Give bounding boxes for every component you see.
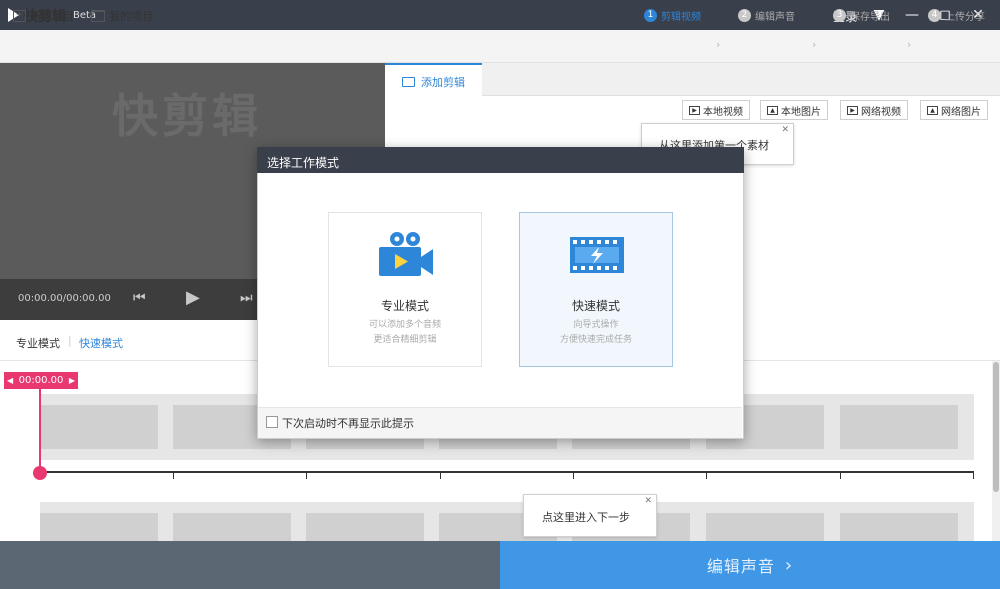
preview-watermark: 快剪辑 <box>112 89 262 143</box>
clip-placeholder <box>40 513 158 541</box>
marker-right-arrow-icon[interactable]: ▶ <box>69 372 75 389</box>
minimize-icon[interactable]: — <box>902 5 922 25</box>
card-description: 更适合精细剪辑 <box>373 335 437 345</box>
new-project-button[interactable]: + 新建项目 <box>13 8 74 24</box>
ruler-tick <box>840 473 841 479</box>
step-upload-share[interactable]: 4 上传分享 <box>928 8 985 23</box>
plus-box-icon: + <box>13 10 26 22</box>
timeline-ruler <box>40 471 974 473</box>
card-description: 可以添加多个音频 <box>368 320 441 330</box>
tab-pro-mode[interactable]: 专业模式 <box>16 335 60 351</box>
web-video-button[interactable]: ▶ 网络视频 <box>840 100 908 120</box>
marker-left-arrow-icon[interactable]: ◀ <box>7 372 13 389</box>
my-projects-button[interactable]: 我的项目 <box>91 8 153 24</box>
local-video-button[interactable]: ▶ 本地视频 <box>682 100 750 120</box>
step-save-export[interactable]: 3 保存导出 <box>833 8 890 23</box>
step-label: 保存导出 <box>850 12 890 23</box>
ruler-tick <box>440 473 441 479</box>
ruler-tick <box>573 473 574 479</box>
skip-forward-icon[interactable]: ⏭ <box>240 290 253 306</box>
time-display: 00:00.00/00:00.00 <box>18 293 111 304</box>
clip-placeholder <box>306 513 424 541</box>
clip-placeholder <box>840 513 958 541</box>
clip-placeholder <box>840 405 958 449</box>
close-icon[interactable]: ✕ <box>644 496 652 506</box>
web-image-label: 网络图片 <box>941 106 981 118</box>
playhead-handle[interactable] <box>33 466 47 480</box>
step-edit-audio[interactable]: 2 编辑声音 <box>738 8 795 23</box>
quick-mode-card[interactable]: 快速模式 向导式操作 方便快速完成任务 <box>519 212 673 367</box>
local-image-label: 本地图片 <box>781 106 821 118</box>
play-icon[interactable]: ▶ <box>186 287 200 308</box>
web-video-label: 网络视频 <box>861 106 901 118</box>
step-edit-video[interactable]: 1 剪辑视频 <box>644 8 701 23</box>
tab-add-clip[interactable]: 添加剪辑 <box>385 63 482 98</box>
step-label: 上传分享 <box>945 12 985 23</box>
next-step-button[interactable]: 编辑声音 › <box>500 541 1000 589</box>
chevron-right-icon: › <box>812 38 817 51</box>
menu-bar <box>0 30 1000 63</box>
card-title: 专业模式 <box>380 299 429 313</box>
marker-time: 00:00.00 <box>18 375 64 386</box>
local-video-label: 本地视频 <box>703 106 743 118</box>
pro-mode-card[interactable]: 专业模式 可以添加多个音频 更适合精细剪辑 <box>328 212 482 367</box>
clip-placeholder <box>706 513 824 541</box>
ruler-tick <box>706 473 707 479</box>
card-description: 方便快速完成任务 <box>559 335 632 345</box>
my-projects-label: 我的项目 <box>109 10 153 23</box>
step-number: 2 <box>738 9 751 22</box>
chevron-right-icon: › <box>716 38 721 51</box>
image-file-icon: ▲ <box>767 105 778 115</box>
next-step-tooltip: 点这里进入下一步 ✕ <box>523 494 657 537</box>
folder-icon <box>91 10 105 22</box>
video-file-icon: ▶ <box>689 105 700 115</box>
dont-show-again-label[interactable]: 下次启动时不再显示此提示 <box>282 415 414 431</box>
tab-separator: | <box>68 334 72 347</box>
video-camera-icon <box>379 232 433 276</box>
card-description: 向导式操作 <box>573 320 619 330</box>
tab-quick-mode[interactable]: 快速模式 <box>79 335 123 351</box>
skip-back-icon[interactable]: ⏮ <box>133 290 146 306</box>
clip-placeholder <box>173 513 291 541</box>
web-image-button[interactable]: ▲ 网络图片 <box>920 100 988 120</box>
step-number: 1 <box>644 9 657 22</box>
step-number: 3 <box>833 9 846 22</box>
step-number: 4 <box>928 9 941 22</box>
playhead-line[interactable] <box>39 389 41 471</box>
dont-show-again-checkbox[interactable] <box>266 416 278 428</box>
next-step-tip-text: 点这里进入下一步 <box>542 511 630 524</box>
dialog-title: 选择工作模式 <box>267 156 340 170</box>
step-label: 编辑声音 <box>755 12 795 23</box>
ruler-tick <box>173 473 174 479</box>
playhead-time-marker[interactable]: ◀ 00:00.00 ▶ <box>4 372 78 389</box>
close-icon[interactable]: ✕ <box>781 125 789 135</box>
new-project-label: 新建项目 <box>30 10 74 23</box>
bottom-bar <box>0 541 500 589</box>
web-image-icon: ▲ <box>927 105 938 115</box>
film-strip-icon <box>570 237 624 273</box>
local-image-button[interactable]: ▲ 本地图片 <box>760 100 828 120</box>
tab-add-clip-label: 添加剪辑 <box>421 75 465 89</box>
clip-placeholder <box>40 405 158 449</box>
ruler-tick <box>973 473 974 479</box>
camera-icon <box>402 76 415 87</box>
ruler-tick <box>306 473 307 479</box>
audio-track[interactable] <box>40 502 974 541</box>
step-label: 剪辑视频 <box>661 12 701 23</box>
web-video-icon: ▶ <box>847 105 858 115</box>
scrollbar-thumb[interactable] <box>993 362 999 492</box>
next-step-label: 编辑声音 <box>706 557 775 576</box>
card-title: 快速模式 <box>571 299 620 313</box>
chevron-right-icon: › <box>784 554 794 576</box>
chevron-right-icon: › <box>907 38 912 51</box>
